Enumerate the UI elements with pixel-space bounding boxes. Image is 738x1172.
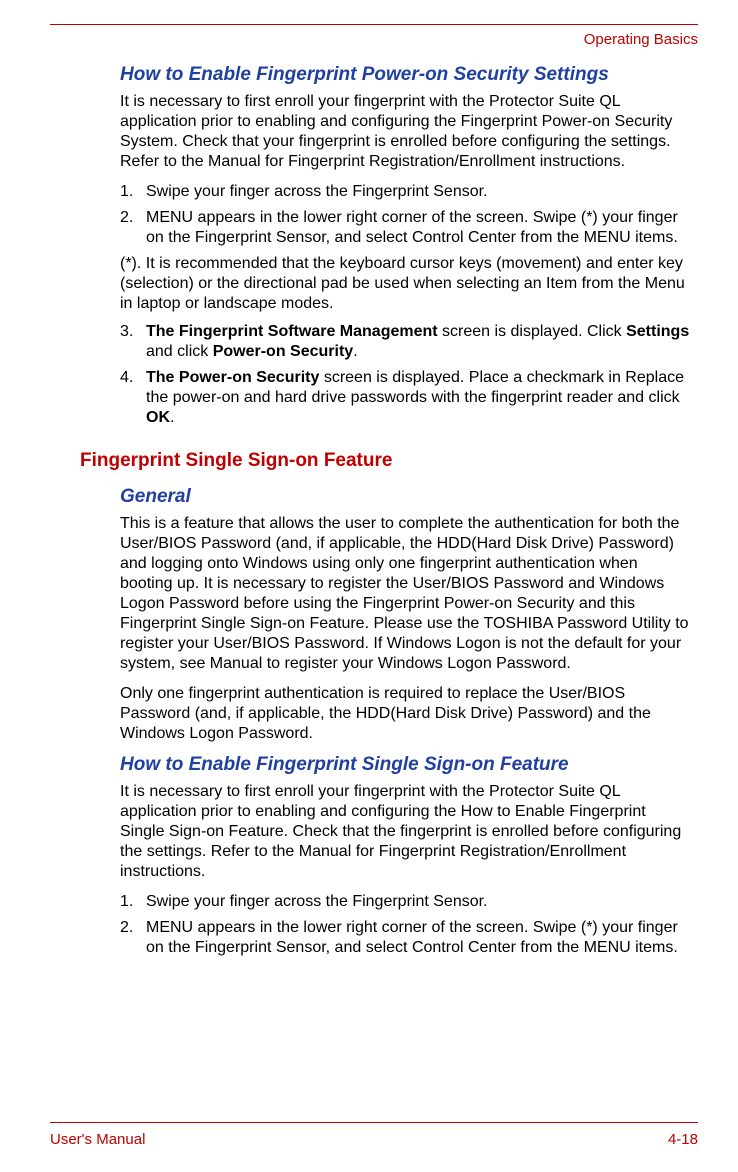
page-footer: User's Manual 4-18	[50, 1122, 698, 1148]
list-item: 3. The Fingerprint Software Management s…	[120, 322, 690, 362]
bold-text: Power-on Security	[213, 343, 353, 360]
list-number: 3.	[120, 322, 146, 362]
note-paragraph: (*). It is recommended that the keyboard…	[120, 254, 690, 314]
footer-page-number: 4-18	[668, 1131, 698, 1148]
bold-text: The Fingerprint Software Management	[146, 323, 438, 340]
top-rule	[50, 24, 698, 25]
list-number: 2.	[120, 918, 146, 958]
plain-text: and click	[146, 343, 213, 360]
ordered-list-3: 1. Swipe your finger across the Fingerpr…	[120, 892, 690, 958]
plain-text: screen is displayed. Click	[438, 323, 627, 340]
paragraph: This is a feature that allows the user t…	[120, 514, 690, 674]
heading-general: General	[120, 486, 690, 508]
ordered-list-2: 3. The Fingerprint Software Management s…	[120, 322, 690, 428]
list-text: The Power-on Security screen is displaye…	[146, 368, 690, 428]
page-content: How to Enable Fingerprint Power-on Secur…	[50, 64, 698, 958]
list-number: 1.	[120, 182, 146, 202]
list-item: 2. MENU appears in the lower right corne…	[120, 208, 690, 248]
bold-text: Settings	[626, 323, 689, 340]
bottom-rule	[50, 1122, 698, 1123]
list-text: Swipe your finger across the Fingerprint…	[146, 892, 690, 912]
list-number: 2.	[120, 208, 146, 248]
heading-poweron-security: How to Enable Fingerprint Power-on Secur…	[120, 64, 690, 86]
list-text: MENU appears in the lower right corner o…	[146, 208, 690, 248]
list-item: 4. The Power-on Security screen is displ…	[120, 368, 690, 428]
intro-paragraph: It is necessary to first enroll your fin…	[120, 782, 690, 882]
ordered-list-1: 1. Swipe your finger across the Fingerpr…	[120, 182, 690, 248]
plain-text: .	[353, 343, 357, 360]
bold-text: The Power-on Security	[146, 369, 319, 386]
list-item: 1. Swipe your finger across the Fingerpr…	[120, 892, 690, 912]
list-number: 1.	[120, 892, 146, 912]
footer-manual-label: User's Manual	[50, 1131, 145, 1148]
heading-single-signon: Fingerprint Single Sign-on Feature	[80, 450, 690, 472]
list-item: 2. MENU appears in the lower right corne…	[120, 918, 690, 958]
list-item: 1. Swipe your finger across the Fingerpr…	[120, 182, 690, 202]
intro-paragraph: It is necessary to first enroll your fin…	[120, 92, 690, 172]
list-text: Swipe your finger across the Fingerprint…	[146, 182, 690, 202]
footer-row: User's Manual 4-18	[50, 1131, 698, 1148]
plain-text: .	[170, 409, 174, 426]
bold-text: OK	[146, 409, 170, 426]
heading-enable-sso: How to Enable Fingerprint Single Sign-on…	[120, 754, 690, 776]
list-number: 4.	[120, 368, 146, 428]
list-text: The Fingerprint Software Management scre…	[146, 322, 690, 362]
paragraph: Only one fingerprint authentication is r…	[120, 684, 690, 744]
list-text: MENU appears in the lower right corner o…	[146, 918, 690, 958]
header-section-title: Operating Basics	[50, 31, 698, 48]
